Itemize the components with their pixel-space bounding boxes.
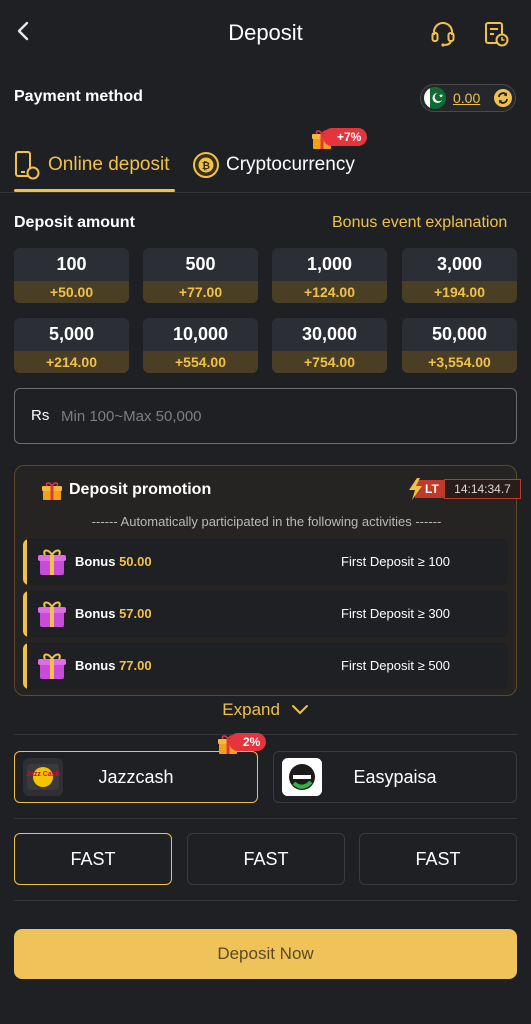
wallet-name: Jazzcash [98, 767, 174, 787]
amount-bonus: +754.00 [272, 351, 387, 373]
section-divider [14, 734, 517, 735]
phone-deposit-icon [14, 150, 40, 180]
amount-value: 50,000 [402, 318, 517, 351]
tab-cryptocurrency[interactable]: Cryptocurrency [226, 154, 355, 176]
amount-input-box[interactable]: Rs [14, 388, 517, 444]
bonus-word: Bonus [75, 606, 116, 621]
deposit-amount-label: Deposit amount [14, 214, 135, 231]
amount-bonus: +3,554.00 [402, 351, 517, 373]
lt-label: LT [425, 482, 439, 496]
amount-value: 10,000 [143, 318, 258, 351]
amount-option[interactable]: 10,000 +554.00 [143, 318, 258, 373]
section-divider [14, 818, 517, 819]
gift-icon [41, 481, 63, 501]
balance-pill[interactable]: 0.00 [420, 84, 516, 112]
gift-box-icon [37, 547, 67, 577]
amount-value: 500 [143, 248, 258, 281]
currency-label: Rs [31, 407, 50, 424]
countdown-timer: 14:14:34.7 [444, 479, 521, 499]
promotion-title: Deposit promotion [69, 481, 212, 498]
back-arrow-icon[interactable] [12, 18, 36, 44]
bonus-amount: 57.00 [119, 606, 152, 621]
tabs-divider [0, 192, 531, 193]
channel-option[interactable]: FAST [359, 833, 517, 885]
amount-option[interactable]: 1,000 +124.00 [272, 248, 387, 303]
bonus-text: Bonus 77.00 [75, 658, 152, 673]
amount-option[interactable]: 50,000 +3,554.00 [402, 318, 517, 373]
bonus-condition: First Deposit ≥ 100 [341, 554, 451, 569]
deposit-history-icon[interactable] [483, 20, 509, 48]
amount-value: 100 [14, 248, 129, 281]
promotion-item: Bonus 50.00 First Deposit ≥ 100 [23, 539, 508, 585]
gift-box-icon [37, 651, 67, 681]
wallet-name: Easypaisa [353, 767, 437, 787]
tab-online-deposit[interactable]: Online deposit [48, 154, 169, 176]
crypto-coin-icon: ₿ [192, 151, 220, 179]
amount-option[interactable]: 100 +50.00 [14, 248, 129, 303]
accent-bar [23, 591, 27, 637]
wallet-jazzcash[interactable]: Jazz Cash Jazzcash [14, 751, 258, 803]
payment-method-label: Payment method [14, 88, 143, 105]
bonus-condition: First Deposit ≥ 500 [341, 658, 451, 673]
amount-bonus: +214.00 [14, 351, 129, 373]
svg-text:₿: ₿ [202, 160, 210, 172]
amount-value: 30,000 [272, 318, 387, 351]
wallet-easypaisa[interactable]: Easypaisa [273, 751, 517, 803]
amount-option[interactable]: 5,000 +214.00 [14, 318, 129, 373]
bonus-amount: 77.00 [119, 658, 152, 673]
bonus-event-explanation-link[interactable]: Bonus event explanation [332, 214, 507, 232]
amount-input[interactable] [61, 403, 501, 429]
deposit-now-button[interactable]: Deposit Now [14, 929, 517, 979]
jazzcash-bonus-percent: 2% [229, 733, 267, 751]
expand-button[interactable]: Expand [0, 700, 531, 721]
customer-support-icon[interactable] [430, 20, 456, 48]
accent-bar [23, 539, 27, 585]
section-divider [14, 900, 517, 901]
amount-option[interactable]: 500 +77.00 [143, 248, 258, 303]
channel-option[interactable]: FAST [187, 833, 345, 885]
chevron-down-icon [291, 701, 309, 721]
crypto-bonus-percent: +7% [323, 128, 368, 146]
top-bar: Deposit [0, 0, 531, 68]
amount-value: 1,000 [272, 248, 387, 281]
promotion-item: Bonus 77.00 First Deposit ≥ 500 [23, 643, 508, 689]
promotion-item: Bonus 57.00 First Deposit ≥ 300 [23, 591, 508, 637]
bonus-text: Bonus 57.00 [75, 606, 152, 621]
gift-box-icon [37, 599, 67, 629]
promotion-subtitle: ------ Automatically participated in the… [91, 514, 442, 529]
balance-value: 0.00 [453, 90, 481, 106]
amount-bonus: +554.00 [143, 351, 258, 373]
channel-option[interactable]: FAST [14, 833, 172, 885]
pakistan-flag-icon [424, 87, 446, 109]
bonus-text: Bonus 50.00 [75, 554, 152, 569]
amount-bonus: +77.00 [143, 281, 258, 303]
refresh-icon[interactable] [493, 88, 513, 108]
bonus-condition: First Deposit ≥ 300 [341, 606, 451, 621]
accent-bar [23, 643, 27, 689]
amount-option[interactable]: 30,000 +754.00 [272, 318, 387, 373]
amount-bonus: +194.00 [402, 281, 517, 303]
bonus-word: Bonus [75, 658, 116, 673]
amount-value: 5,000 [14, 318, 129, 351]
deposit-promotion-panel: Deposit promotion LT 14:14:34.7 ------ A… [14, 465, 521, 696]
bonus-amount: 50.00 [119, 554, 152, 569]
expand-label: Expand [222, 700, 280, 719]
amount-bonus: +124.00 [272, 281, 387, 303]
amount-option[interactable]: 3,000 +194.00 [402, 248, 517, 303]
amount-value: 3,000 [402, 248, 517, 281]
amount-bonus: +50.00 [14, 281, 129, 303]
bonus-word: Bonus [75, 554, 116, 569]
